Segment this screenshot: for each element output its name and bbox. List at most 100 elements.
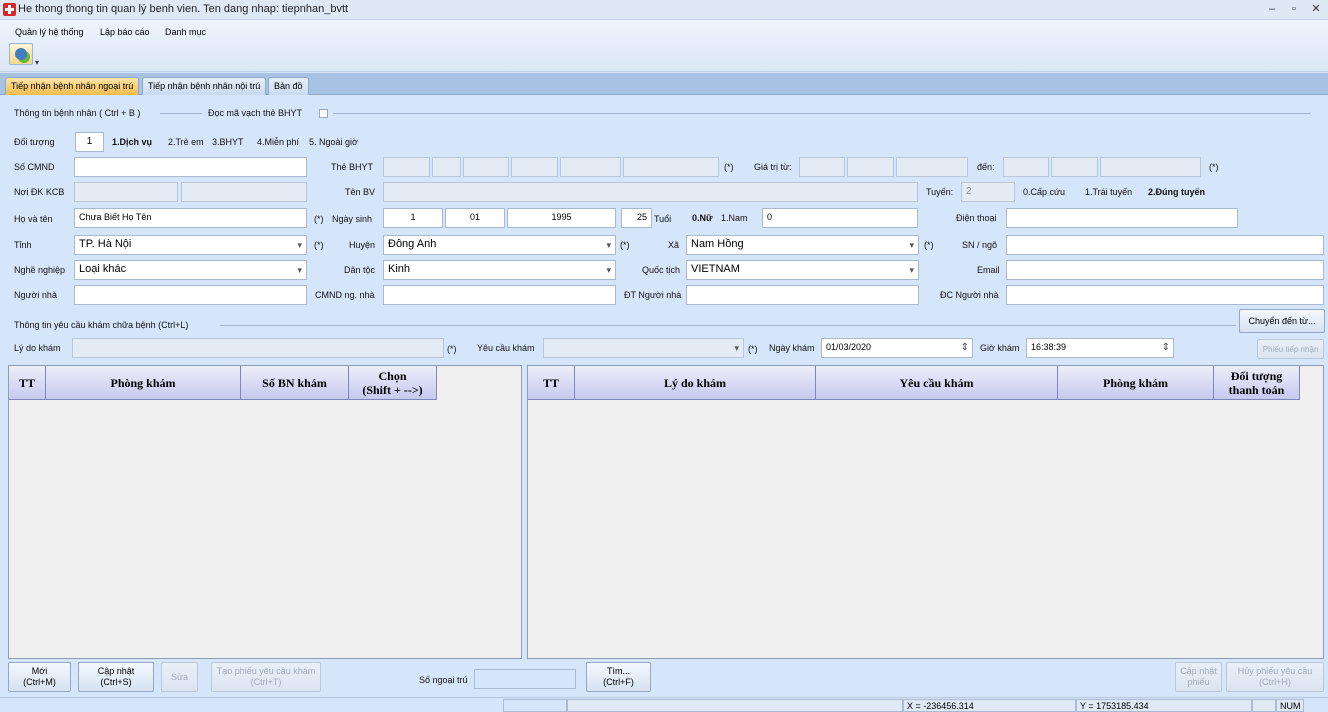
so-cmnd-input[interactable] xyxy=(74,157,307,177)
section-request-title: Thông tin yêu cầu khám chữa bệnh (Ctrl+L… xyxy=(14,320,189,330)
left-grid-header-tt[interactable]: TT xyxy=(9,366,46,400)
gia-tri-tu-day[interactable] xyxy=(799,157,845,177)
tab-tiep-nhan-ngoai-tru[interactable]: Tiếp nhận bệnh nhân ngoại trú xyxy=(5,77,140,95)
gia-tri-tu-year[interactable] xyxy=(896,157,968,177)
minimize-icon[interactable]: – xyxy=(1262,2,1282,17)
left-grid-header-chon[interactable]: Chọn (Shift + -->) xyxy=(349,366,437,400)
dien-thoai-input[interactable] xyxy=(1006,208,1238,228)
huyen-select[interactable]: Đông Anh xyxy=(383,235,616,255)
gio-kham-input[interactable]: 16:38:39 xyxy=(1026,338,1174,358)
ho-va-ten-label: Họ và tên xyxy=(14,214,53,224)
yeu-cau-kham-select[interactable] xyxy=(543,338,744,358)
divider xyxy=(220,325,1236,326)
status-bar: X = -236456.314 Y = 1753185.434 NUM xyxy=(0,697,1328,712)
tuyen-input[interactable]: 2 xyxy=(961,182,1015,202)
tao-phieu-yeu-cau-kham-button[interactable]: Tạo phiếu yêu cầu khám (Ctrl+T) xyxy=(211,662,321,692)
cmnd-ng-nha-input[interactable] xyxy=(383,285,616,305)
doi-tuong-option-ngoai-gio: 5. Ngoài giờ xyxy=(309,137,358,147)
dt-nguoi-nha-input[interactable] xyxy=(686,285,919,305)
right-grid-header-doi-tuong[interactable]: Đối tượng thanh toán xyxy=(1214,366,1300,400)
ngay-kham-input[interactable]: 01/03/2020 xyxy=(821,338,973,358)
doi-tuong-option-dich-vu: 1.Dịch vụ xyxy=(112,137,153,147)
left-grid-header-phong-kham[interactable]: Phòng khám xyxy=(46,366,241,400)
tuyen-option-trai-tuyen: 1.Trái tuyến xyxy=(1085,187,1133,197)
ngay-sinh-year[interactable]: 1995 xyxy=(507,208,616,228)
toolbar-dropdown-icon[interactable]: ▾ xyxy=(35,58,39,67)
left-grid[interactable]: TT Phòng khám Số BN khám Chọn (Shift + -… xyxy=(8,365,522,659)
app-icon xyxy=(3,3,16,16)
status-cell xyxy=(1252,699,1276,712)
menu-lap-bao-cao[interactable]: Lập báo cáo xyxy=(100,27,150,37)
menu-danh-muc[interactable]: Danh mục xyxy=(165,27,206,37)
left-grid-header-so-bn-kham[interactable]: Số BN khám xyxy=(241,366,349,400)
right-grid-header-ly-do-kham[interactable]: Lý do khám xyxy=(575,366,816,400)
yeu-cau-kham-label: Yêu cầu khám xyxy=(477,343,535,353)
gioi-option-nam: 1.Nam xyxy=(721,213,748,223)
cap-nhat-button[interactable]: Cập nhật (Ctrl+S) xyxy=(78,662,154,692)
huyen-label: Huyện xyxy=(349,240,376,250)
dan-toc-select[interactable]: Kinh xyxy=(383,260,616,280)
email-input[interactable] xyxy=(1006,260,1324,280)
tuyen-label: Tuyến: xyxy=(926,187,954,197)
xa-select[interactable]: Nam Hồng xyxy=(686,235,919,255)
phieu-tiep-nhan-button[interactable]: Phiếu tiếp nhận xyxy=(1257,339,1324,359)
barcode-label: Đọc mã vạch thẻ BHYT xyxy=(208,108,303,118)
chuyen-den-tu-button[interactable]: Chuyển đến từ... xyxy=(1239,309,1325,333)
tinh-label: Tỉnh xyxy=(14,240,32,250)
ho-va-ten-input[interactable]: Chưa Biết Họ Tên xyxy=(74,208,307,228)
the-bhyt-part-6[interactable] xyxy=(623,157,719,177)
the-bhyt-part-5[interactable] xyxy=(560,157,621,177)
close-icon[interactable]: ✕ xyxy=(1306,2,1326,17)
moi-button[interactable]: Mới (Ctrl+M) xyxy=(8,662,71,692)
gia-tri-den-day[interactable] xyxy=(1003,157,1049,177)
gia-tri-den-year[interactable] xyxy=(1100,157,1201,177)
required-mark: (*) xyxy=(447,344,457,354)
sn-ngo-input[interactable] xyxy=(1006,235,1324,255)
cmnd-ng-nha-label: CMND ng. nhà xyxy=(315,290,375,300)
quoc-tich-select[interactable]: VIETNAM xyxy=(686,260,919,280)
right-grid[interactable]: TT Lý do khám Yêu cầu khám Phòng khám Đố… xyxy=(527,365,1324,659)
tab-strip: Tiếp nhận bệnh nhân ngoại trú Tiếp nhận … xyxy=(0,73,1328,95)
gioi-tinh-input[interactable]: 0 xyxy=(762,208,918,228)
menu-quan-ly-he-thong[interactable]: Quản lý hệ thống xyxy=(15,27,84,37)
ten-bv-input[interactable] xyxy=(383,182,918,202)
gia-tri-tu-month[interactable] xyxy=(847,157,894,177)
status-cell xyxy=(567,699,903,712)
noi-dk-kcb-name[interactable] xyxy=(181,182,307,202)
nghe-nghiep-select[interactable]: Loại khác xyxy=(74,260,307,280)
toolbar-action-icon[interactable] xyxy=(9,43,33,65)
the-bhyt-part-1[interactable] xyxy=(383,157,430,177)
tim-button[interactable]: Tìm... (Ctrl+F) xyxy=(586,662,651,692)
the-bhyt-part-2[interactable] xyxy=(432,157,461,177)
ngay-sinh-label: Ngày sinh xyxy=(332,214,373,224)
doi-tuong-option-mien-phi: 4.Miễn phí xyxy=(257,137,300,147)
right-grid-header-tt[interactable]: TT xyxy=(528,366,575,400)
tinh-select[interactable]: TP. Hà Nội xyxy=(74,235,307,255)
tab-tiep-nhan-noi-tru[interactable]: Tiếp nhận bệnh nhân nội trú xyxy=(142,77,267,95)
ngay-sinh-month[interactable]: 01 xyxy=(445,208,505,228)
tuyen-option-cap-cuu: 0.Cấp cứu xyxy=(1023,187,1066,197)
required-mark: (*) xyxy=(314,240,324,250)
gia-tri-den-month[interactable] xyxy=(1051,157,1098,177)
noi-dk-kcb-code[interactable] xyxy=(74,182,178,202)
nguoi-nha-input[interactable] xyxy=(74,285,307,305)
the-bhyt-part-3[interactable] xyxy=(463,157,509,177)
tab-ban-do[interactable]: Bản đồ xyxy=(268,77,309,95)
doi-tuong-input[interactable]: 1 xyxy=(75,132,104,152)
the-bhyt-part-4[interactable] xyxy=(511,157,558,177)
cap-nhat-phieu-button[interactable]: Cập nhật phiếu xyxy=(1175,662,1222,692)
restore-icon[interactable]: ▫ xyxy=(1284,2,1304,17)
dc-nguoi-nha-input[interactable] xyxy=(1006,285,1324,305)
the-bhyt-label: Thẻ BHYT xyxy=(331,162,374,172)
so-ngoai-tru-input[interactable] xyxy=(474,669,576,689)
barcode-checkbox[interactable] xyxy=(319,109,328,118)
email-label: Email xyxy=(977,265,1000,275)
right-grid-header-yeu-cau-kham[interactable]: Yêu cầu khám xyxy=(816,366,1058,400)
ly-do-kham-input[interactable] xyxy=(72,338,444,358)
so-cmnd-label: Số CMND xyxy=(14,162,55,172)
huy-phieu-yeu-cau-button[interactable]: Hủy phiếu yêu cầu (Ctrl+H) xyxy=(1226,662,1324,692)
tuoi-input[interactable]: 25 xyxy=(621,208,652,228)
sua-button[interactable]: Sửa xyxy=(161,662,198,692)
right-grid-header-phong-kham[interactable]: Phòng khám xyxy=(1058,366,1214,400)
ngay-sinh-day[interactable]: 1 xyxy=(383,208,443,228)
